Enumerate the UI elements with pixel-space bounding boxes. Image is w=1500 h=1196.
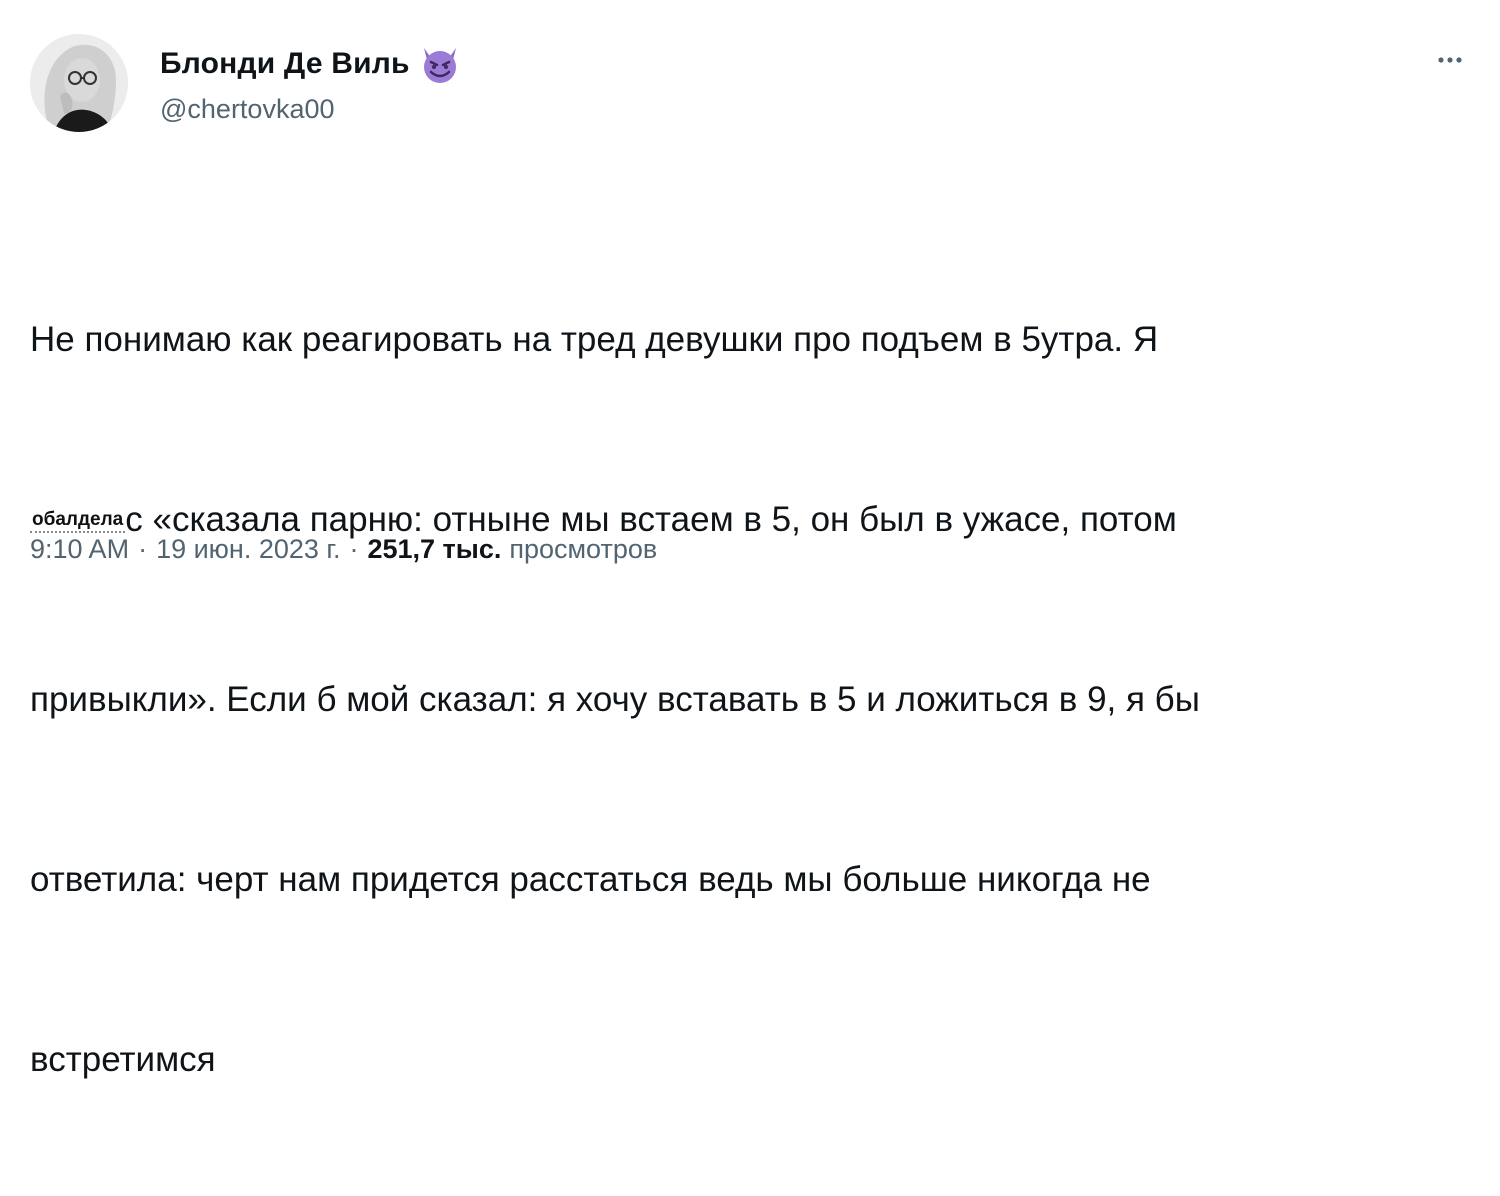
- sticker-overlay: обалдела: [30, 509, 126, 533]
- tweet-date[interactable]: 19 июн. 2023 г.: [156, 534, 340, 565]
- more-horizontal-icon[interactable]: [1428, 48, 1472, 72]
- tweet-time[interactable]: 9:10 AM: [30, 534, 129, 565]
- tweet-card: Блонди Де Виль @chertovka00 Не понимаю к…: [0, 0, 1500, 1079]
- tweet-body: Не понимаю как реагировать на тред девуш…: [30, 190, 1470, 1196]
- tweet-text-line: ответила: черт нам придется расстаться в…: [30, 860, 1151, 899]
- tweet-text-line: Не понимаю как реагировать на тред девуш…: [30, 320, 1159, 359]
- meta-separator: ·: [138, 534, 148, 564]
- views-count: 251,7 тыс.: [367, 534, 502, 564]
- meta-separator: ·: [349, 534, 359, 564]
- author-handle[interactable]: @chertovka00: [160, 94, 335, 125]
- tweet-text-line: встретимся: [30, 1040, 216, 1079]
- avatar[interactable]: [30, 34, 128, 132]
- smiling-devil-icon: [418, 44, 462, 84]
- author-display-name[interactable]: Блонди Де Виль: [160, 47, 410, 81]
- views-label: просмотров: [509, 534, 658, 564]
- author-name-row: Блонди Де Виль: [160, 44, 462, 84]
- tweet-text-line: привыкли». Если б мой сказал: я хочу вст…: [30, 680, 1200, 719]
- tweet-meta: 9:10 AM · 19 июн. 2023 г. · 251,7 тыс. п…: [30, 534, 657, 565]
